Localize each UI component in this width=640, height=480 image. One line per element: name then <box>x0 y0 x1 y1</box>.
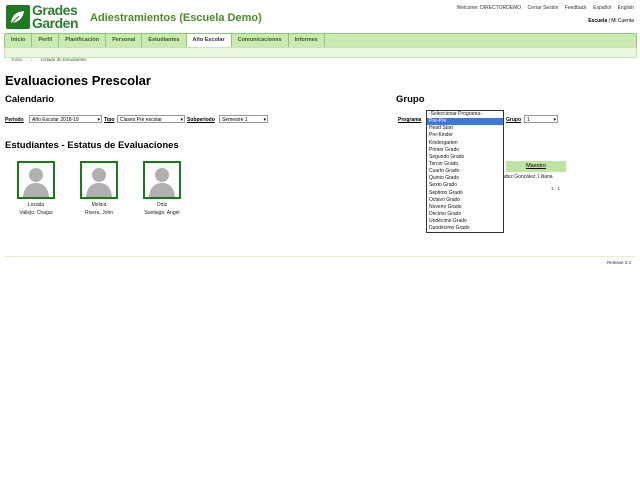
periodo-select[interactable]: Año Escolar 2018-19 ▾ <box>29 115 102 123</box>
breadcrumb-home[interactable]: Inicio <box>12 57 23 62</box>
programa-option[interactable]: Pre-Kinder <box>427 132 503 139</box>
org-title: Adiestramientos (Escuela Demo) <box>90 12 262 24</box>
lang-en-link[interactable]: English <box>618 5 634 11</box>
teacher-column-header[interactable]: Maestro <box>506 161 566 172</box>
group-heading: Grupo <box>396 94 425 105</box>
subperiodo-label: Subperiodo <box>187 117 215 123</box>
programa-option[interactable]: Tercer Grado <box>427 161 503 168</box>
programa-option[interactable]: Quinto Grado <box>427 175 503 182</box>
programa-option[interactable]: Pre-Pre <box>427 118 503 126</box>
top-links: Welcome: DIRECTORDEMO Cerrar Sesión Feed… <box>452 5 634 11</box>
teacher-cell: ndez González, Liliana <box>502 174 553 180</box>
my-account-link[interactable]: Mi Cuenta <box>611 18 634 24</box>
divider <box>4 256 635 257</box>
breadcrumb-current[interactable]: Listado de Estudiantes <box>41 57 87 62</box>
page-title: Evaluaciones Prescolar <box>5 73 151 88</box>
logout-link[interactable]: Cerrar Sesión <box>528 5 559 11</box>
subperiodo-select[interactable]: Semestre 1 ▾ <box>219 115 268 123</box>
grupo-select[interactable]: 1 ▾ <box>524 115 558 123</box>
nav-ano-escolar[interactable]: Año Escolar <box>186 34 232 47</box>
avatar-icon <box>149 168 175 197</box>
nav-planificacion[interactable]: Planificación <box>59 34 107 47</box>
school-link[interactable]: Escuela <box>588 18 607 24</box>
programa-option[interactable]: Undécimo Grado <box>427 218 503 225</box>
chevron-down-icon: ▾ <box>263 117 266 123</box>
programa-option[interactable]: Cuarto Grado <box>427 168 503 175</box>
nav-perfil[interactable]: Perfil <box>32 34 60 47</box>
chevron-down-icon: ▾ <box>97 117 100 123</box>
logo-text[interactable]: Grades Garden <box>32 3 79 30</box>
nav-personal[interactable]: Personal <box>106 34 143 47</box>
programa-dropdown[interactable]: -Seleccionar Programa- Pre-Pre Head Star… <box>426 110 504 233</box>
programa-option[interactable]: Séptimo Grado <box>427 190 503 197</box>
programa-option[interactable]: Head Start <box>427 125 503 132</box>
pager: 1 - 1 <box>551 186 561 191</box>
main-nav: Inicio Perfil Planificación Personal Est… <box>4 33 637 48</box>
programa-option[interactable]: Sexto Grado <box>427 182 503 189</box>
student-card[interactable] <box>80 161 118 199</box>
programa-option[interactable]: Kindergarten <box>427 140 503 147</box>
tipo-select[interactable]: Clases Pre escolar ▾ <box>117 115 185 123</box>
programa-option[interactable]: Duodécimo Grado <box>427 225 503 232</box>
programa-label: Programa <box>398 117 422 123</box>
welcome-text: Welcome: DIRECTORDEMO <box>456 5 522 11</box>
student-card[interactable] <box>143 161 181 199</box>
programa-option[interactable]: Segundo Grado <box>427 154 503 161</box>
programa-option[interactable]: Noveno Grado <box>427 204 503 211</box>
nav-estudiantes[interactable]: Estudiantes <box>142 34 187 47</box>
breadcrumb-sep: › <box>30 57 33 62</box>
nav-comunicaciones[interactable]: Comunicaciones <box>232 34 289 47</box>
grupo-label: Grupo <box>506 117 521 123</box>
release-label: Release 3.3 <box>607 260 632 265</box>
chevron-down-icon: ▾ <box>553 117 556 123</box>
programa-option[interactable]: Decimo Grado <box>427 211 503 218</box>
breadcrumb: Inicio › Listado de Estudiantes <box>4 47 637 62</box>
students-heading: Estudiantes - Estatus de Evaluaciones <box>5 140 179 151</box>
avatar-icon <box>23 168 49 197</box>
avatar-icon <box>86 168 112 197</box>
feedback-link[interactable]: Feedback <box>565 5 587 11</box>
logo-icon <box>6 5 30 29</box>
student-name[interactable]: Lozada Vallejo, Chagui <box>11 201 61 217</box>
calendar-heading: Calendario <box>5 94 55 105</box>
student-card[interactable] <box>17 161 55 199</box>
nav-inicio[interactable]: Inicio <box>5 34 33 47</box>
programa-option[interactable]: -Seleccionar Programa- <box>427 111 503 118</box>
school-links: Escuela | Mi Cuenta <box>588 18 634 24</box>
separator: | <box>608 18 610 24</box>
chevron-down-icon: ▾ <box>180 117 183 123</box>
lang-es-link[interactable]: Español <box>593 5 611 11</box>
student-name[interactable]: Ortiz Santiago, Angel <box>137 201 187 217</box>
tipo-label: Tipo <box>104 117 115 123</box>
periodo-label: Periodo <box>5 117 24 123</box>
nav-informes[interactable]: Informes <box>289 34 325 47</box>
student-name[interactable]: Molina Rivera, John <box>74 201 124 217</box>
programa-option[interactable]: Primer Grado <box>427 147 503 154</box>
programa-option[interactable]: Octavo Grado <box>427 197 503 204</box>
